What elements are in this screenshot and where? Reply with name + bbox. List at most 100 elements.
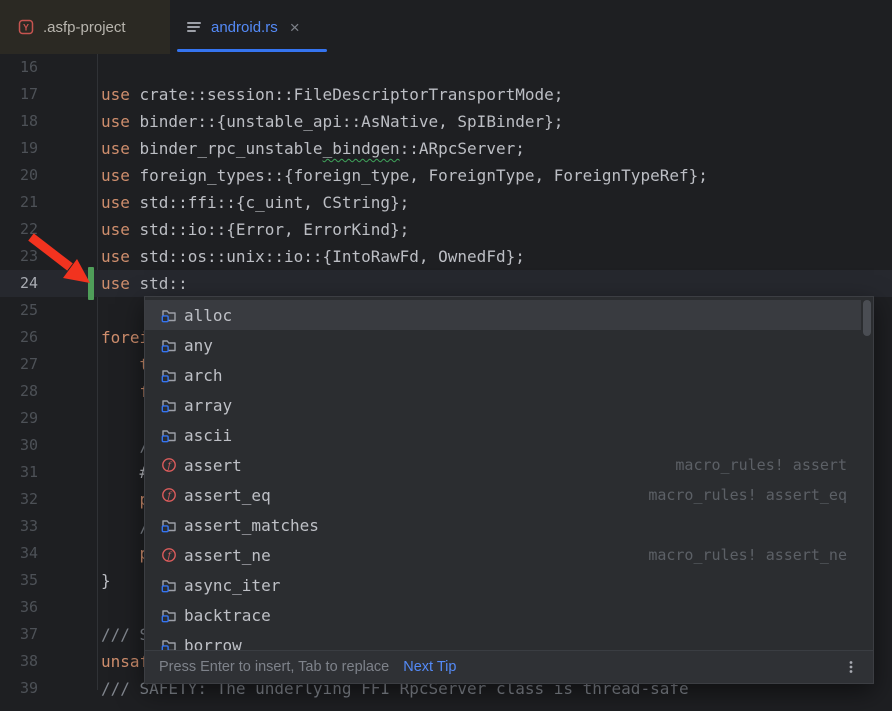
line-number[interactable]: 37 (0, 621, 38, 648)
line-number[interactable]: 33 (0, 513, 38, 540)
line-number[interactable]: 17 (0, 81, 38, 108)
svg-text:f: f (167, 490, 173, 501)
editor-tab-bar: Y .asfp-project android.rs × (0, 0, 892, 54)
completion-item-hint: macro_rules! assert (675, 456, 847, 474)
line-number[interactable]: 16 (0, 54, 38, 81)
line-code-text: t (101, 351, 149, 378)
code-line-18[interactable]: 18 use binder::{unstable_api::AsNative, S… (0, 108, 892, 135)
module-icon (161, 367, 177, 383)
popup-scrollbar-thumb[interactable] (863, 300, 871, 336)
completion-popup: allocanyarcharrayasciifassertmacro_rules… (144, 296, 874, 684)
line-number[interactable]: 28 (0, 378, 38, 405)
line-number[interactable]: 22 (0, 216, 38, 243)
line-number[interactable]: 29 (0, 405, 38, 432)
line-code-text: use binder::{unstable_api::AsNative, SpI… (101, 108, 563, 135)
line-number[interactable]: 20 (0, 162, 38, 189)
completion-item-assert[interactable]: fassert macro_rules! assert (145, 450, 861, 480)
line-code-text: use std::os::unix::io::{IntoRawFd, Owned… (101, 243, 525, 270)
code-line-24[interactable]: 24 use std:: (0, 270, 892, 297)
completion-item-label: any (184, 336, 213, 355)
tab-android-rs[interactable]: android.rs × (170, 0, 334, 54)
line-number[interactable]: 27 (0, 351, 38, 378)
completion-item-label: array (184, 396, 232, 415)
line-number[interactable]: 39 (0, 675, 38, 702)
line-code-text: / (101, 432, 149, 459)
line-number[interactable]: 31 (0, 459, 38, 486)
line-number[interactable]: 30 (0, 432, 38, 459)
completion-item-alloc[interactable]: alloc (145, 300, 861, 330)
close-icon[interactable]: × (288, 19, 302, 36)
line-code-text: use std::io::{Error, ErrorKind}; (101, 216, 409, 243)
line-code-text: use std::ffi::{c_uint, CString}; (101, 189, 409, 216)
completion-footer-hint: Press Enter to insert, Tab to replace (159, 659, 389, 675)
line-number[interactable]: 26 (0, 324, 38, 351)
ide-window: Y .asfp-project android.rs × 1617 use cra… (0, 0, 892, 711)
yaml-file-icon: Y (18, 19, 34, 35)
module-icon (161, 337, 177, 353)
module-icon (161, 607, 177, 623)
line-code-text: } (101, 567, 111, 594)
completion-item-label: borrow (184, 636, 242, 651)
line-number[interactable]: 36 (0, 594, 38, 621)
completion-item-label: backtrace (184, 606, 271, 625)
tab-label-android-rs: android.rs (211, 19, 278, 36)
tab-asfp-project[interactable]: Y .asfp-project (0, 0, 170, 54)
code-line-22[interactable]: 22 use std::io::{Error, ErrorKind}; (0, 216, 892, 243)
line-number[interactable]: 25 (0, 297, 38, 324)
line-number[interactable]: 34 (0, 540, 38, 567)
line-code-text: use crate::session::FileDescriptorTransp… (101, 81, 563, 108)
line-code-text: unsaf (101, 648, 149, 675)
code-line-20[interactable]: 20use foreign_types::{foreign_type, Fore… (0, 162, 892, 189)
module-icon (161, 427, 177, 443)
line-code-text: / (101, 513, 149, 540)
completion-item-label: assert_matches (184, 516, 319, 535)
line-code-text: use binder_rpc_unstable_bindgen::ARpcSer… (101, 135, 525, 162)
line-number[interactable]: 23 (0, 243, 38, 270)
completion-item-async_iter[interactable]: async_iter (145, 570, 861, 600)
completion-item-assert_ne[interactable]: fassert_nemacro_rules! assert_ne (145, 540, 861, 570)
line-number[interactable]: 38 (0, 648, 38, 675)
line-code-text: p (101, 486, 149, 513)
line-number[interactable]: 19 (0, 135, 38, 162)
completion-item-assert_matches[interactable]: assert_matches (145, 510, 861, 540)
line-number[interactable]: 24 (0, 270, 38, 297)
svg-text:Y: Y (23, 23, 29, 33)
line-number[interactable]: 32 (0, 486, 38, 513)
code-line-17[interactable]: 17 use crate::session::FileDescriptorTran… (0, 81, 892, 108)
line-code-text: forei (101, 324, 149, 351)
code-line-21[interactable]: 21 use std::ffi::{c_uint, CString}; (0, 189, 892, 216)
line-number[interactable]: 18 (0, 108, 38, 135)
code-line-19[interactable]: 19 use binder_rpc_unstable_bindgen::ARpcS… (0, 135, 892, 162)
completion-item-label: assert_eq (184, 486, 271, 505)
kebab-menu-icon[interactable] (843, 659, 859, 675)
svg-text:f: f (167, 550, 173, 561)
line-code-text: use std:: (101, 270, 188, 297)
completion-item-borrow[interactable]: borrow (145, 630, 861, 650)
completion-item-hint: macro_rules! assert_ne (648, 546, 847, 564)
module-icon (161, 577, 177, 593)
completion-item-label: ascii (184, 426, 232, 445)
completion-footer: Press Enter to insert, Tab to replace Ne… (145, 650, 873, 683)
green-change-bar[interactable] (88, 267, 94, 300)
completion-item-arch[interactable]: arch (145, 360, 861, 390)
next-tip-link[interactable]: Next Tip (403, 659, 456, 675)
completion-item-hint: macro_rules! assert_eq (648, 486, 847, 504)
active-tab-underline (177, 49, 327, 52)
line-number[interactable]: 21 (0, 189, 38, 216)
code-line-23[interactable]: 23 use std::os::unix::io::{IntoRawFd, Own… (0, 243, 892, 270)
completion-item-ascii[interactable]: ascii (145, 420, 861, 450)
svg-text:f: f (167, 460, 173, 471)
completion-item-assert_eq[interactable]: f assert_eq macro_rules! assert_eq (145, 480, 861, 510)
completion-list: allocanyarcharrayasciifassertmacro_rules… (145, 297, 873, 650)
module-icon (161, 637, 177, 650)
line-code-text: f (101, 378, 149, 405)
completion-item-backtrace[interactable]: backtrace (145, 600, 861, 630)
completion-item-any[interactable]: any (145, 330, 861, 360)
line-number[interactable]: 35 (0, 567, 38, 594)
completion-item-label: arch (184, 366, 223, 385)
completion-item-label: assert (184, 456, 242, 475)
completion-item-array[interactable]: array (145, 390, 861, 420)
code-line-16[interactable]: 16 (0, 54, 892, 81)
line-code-text: p (101, 540, 149, 567)
macro-icon: f (161, 547, 177, 563)
